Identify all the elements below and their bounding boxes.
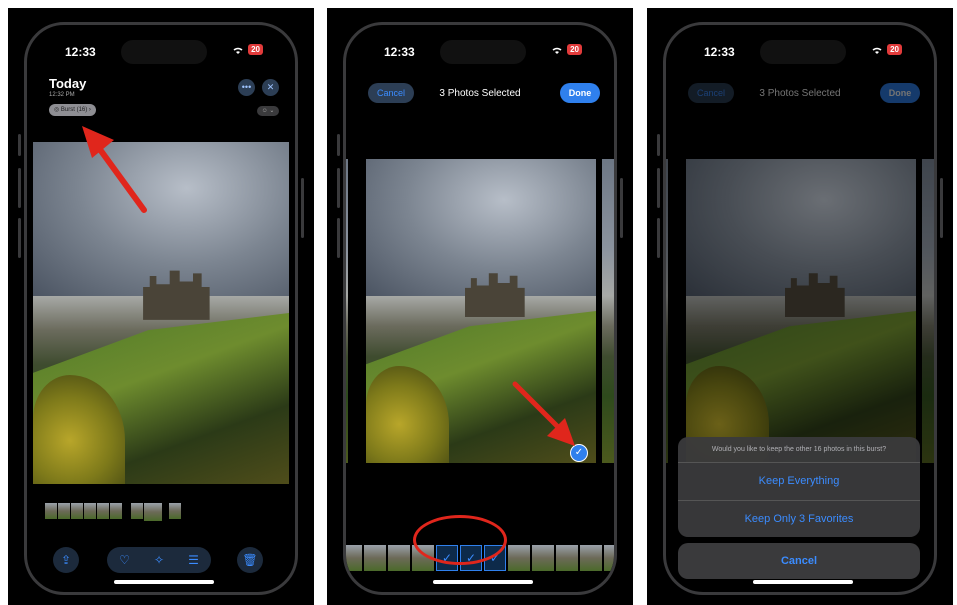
close-button[interactable]: ✕ [262,79,279,96]
keep-favorites-button[interactable]: Keep Only 3 Favorites [678,500,920,537]
side-button [657,134,660,156]
action-sheet: Would you like to keep the other 16 phot… [678,437,920,537]
ellipsis-icon: ••• [241,82,252,92]
filmstrip-thumbnail[interactable] [364,545,386,571]
enhance-button[interactable]: ✧ [154,553,164,567]
action-sheet-cancel-button[interactable]: Cancel [678,543,920,579]
side-button [620,178,623,238]
action-sheet-message: Would you like to keep the other 16 phot… [678,437,920,463]
filmstrip-thumbnail[interactable] [346,545,362,571]
adjacent-photo [666,159,668,463]
thumbnail[interactable] [84,503,96,519]
side-button [337,134,340,156]
battery-badge: 20 [887,44,902,55]
dynamic-island [440,40,526,64]
side-button [940,178,943,238]
side-button [18,168,21,208]
phone-screen: 12:33 20 Cancel 3 Photos Selected Done ✓… [343,22,617,595]
magic-icon: ✧ [153,553,165,567]
burst-button[interactable]: ◎ Burst (16) › [49,104,96,116]
status-time: 12:33 [704,45,735,59]
close-icon: ✕ [266,82,275,92]
side-button [301,178,304,238]
heart-icon: ♡ [119,553,130,567]
thumbnail[interactable] [131,503,143,519]
home-indicator [753,580,853,584]
side-button [18,134,21,156]
photo-time: 12:32 PM [49,92,75,98]
filmstrip-thumbnail[interactable] [556,545,578,571]
wifi-icon [871,45,883,55]
side-button [657,218,660,258]
page-title: Today [49,76,87,91]
delete-button[interactable]: 🗑 [237,547,263,573]
battery-badge: 20 [248,44,263,55]
annotation-arrow [82,126,147,213]
thumbnail[interactable] [144,503,162,521]
adjust-button[interactable]: ☰ [188,553,199,567]
screenshot-panel-2: 12:33 20 Cancel 3 Photos Selected Done ✓… [327,8,633,605]
thumbnail[interactable] [97,503,109,519]
status-icons: 20 [232,44,263,55]
screenshot-panel-3: 12:33 20 Cancel 3 Photos Selected Done W… [647,8,953,605]
thumbnail-strip [45,503,181,521]
thumbnail[interactable] [71,503,83,519]
action-group: ♡ ✧ ☰ [107,547,211,573]
share-button[interactable]: ⇪ [53,547,79,573]
person-icon: ☺ ⌄ [261,108,275,114]
dynamic-island [760,40,846,64]
chevron-right-icon: › [87,107,91,113]
side-button [657,168,660,208]
home-indicator [433,580,533,584]
dynamic-island [121,40,207,64]
burst-label: Burst (16) [60,107,88,113]
filmstrip-thumbnail[interactable] [580,545,602,571]
burst-photo [686,159,916,463]
phone-screen: 12:33 20 Today 12:32 PM ◎ Burst (16) › •… [24,22,298,595]
thumbnail[interactable] [58,503,70,519]
adjacent-photo[interactable] [602,159,614,463]
done-button[interactable]: Done [560,83,600,103]
side-button [18,218,21,258]
annotation-circle [413,515,507,565]
more-button[interactable]: ••• [238,79,255,96]
favorite-button[interactable]: ♡ [119,553,130,567]
side-button [337,168,340,208]
wifi-icon [551,45,563,55]
status-icons: 20 [551,44,582,55]
status-time: 12:33 [384,45,415,59]
sliders-icon: ☰ [188,553,199,567]
burst-icon: ◎ [54,107,61,113]
people-button[interactable]: ☺ ⌄ [257,106,279,116]
bottom-toolbar: ⇪ ♡ ✧ ☰ 🗑 [27,547,295,575]
wifi-icon [232,45,244,55]
screenshot-panel-1: 12:33 20 Today 12:32 PM ◎ Burst (16) › •… [8,8,314,605]
phone-screen: 12:33 20 Cancel 3 Photos Selected Done W… [663,22,937,595]
annotation-arrow [512,381,575,446]
status-icons: 20 [871,44,902,55]
thumbnail[interactable] [169,503,181,519]
thumbnail[interactable] [110,503,122,519]
filmstrip-thumbnail[interactable] [532,545,554,571]
done-button[interactable]: Done [880,83,920,103]
keep-everything-button[interactable]: Keep Everything [678,463,920,500]
thumbnail[interactable] [45,503,57,519]
side-button [337,218,340,258]
adjacent-photo[interactable] [346,159,348,463]
status-time: 12:33 [65,45,96,59]
trash-icon: 🗑 [242,553,258,567]
battery-badge: 20 [567,44,582,55]
adjacent-photo [922,159,934,463]
home-indicator [114,580,214,584]
filmstrip-thumbnail[interactable] [508,545,530,571]
filmstrip-thumbnail[interactable] [604,545,614,571]
filmstrip-thumbnail[interactable] [388,545,410,571]
share-icon: ⇪ [60,553,72,567]
